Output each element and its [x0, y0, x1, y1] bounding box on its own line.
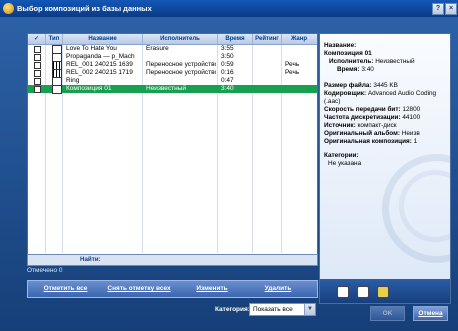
row-time: 0:59: [221, 61, 234, 68]
row-artist: Неизвестный: [146, 85, 187, 92]
row-time: 3:55: [221, 45, 234, 52]
action-buttons: Отметить все Снять отметку всех Изменить…: [27, 280, 318, 298]
size-value: 3445 KB: [373, 82, 398, 89]
artist-label: Исполнитель:: [329, 58, 374, 65]
row-genre: Речь: [285, 61, 300, 68]
chevron-down-icon[interactable]: ▼: [304, 304, 315, 315]
tracks-table: ✓ Тип Название Исполнитель Время Рейтинг…: [27, 33, 318, 255]
row-name: Композиция 01: [66, 85, 112, 92]
row-artist: Переносное устройство: [146, 69, 216, 76]
title-bar: Выбор композиций из базы данных ? ×: [0, 0, 458, 17]
delete-button[interactable]: Удалить: [253, 284, 303, 294]
row-checkbox[interactable]: [34, 54, 41, 61]
header-artist[interactable]: Исполнитель: [143, 34, 218, 44]
cancel-button[interactable]: Отмена: [413, 306, 448, 321]
row-genre: [285, 53, 315, 61]
row-name: Propaganda — p_Mach: [66, 53, 135, 60]
orig-track-value: 1: [413, 138, 418, 145]
category-value: Показать все: [253, 306, 293, 313]
close-button[interactable]: ×: [445, 3, 457, 15]
bitrate-label: Скорость передачи бит:: [324, 106, 401, 113]
select-all-button[interactable]: Отметить все: [38, 284, 93, 294]
marked-count: Отмечено 0: [27, 267, 63, 274]
orig-track-label: Оригинальная композиция:: [324, 138, 412, 145]
ok-button[interactable]: OK: [370, 306, 405, 321]
find-label: Найти:: [80, 256, 101, 263]
audio-file-icon: [52, 85, 62, 94]
row-artist: Переносное устройство: [146, 61, 216, 68]
table-row[interactable]: Ring 0:47: [28, 77, 317, 86]
row-genre: Речь: [285, 69, 300, 76]
categories-label: Категории:: [324, 152, 359, 159]
row-name: REL_002 240215 1719: [66, 69, 133, 76]
source-label: Источник:: [324, 122, 356, 129]
table-row[interactable]: REL_002 240215 1719 Переносное устройств…: [28, 69, 317, 78]
app-logo-icon: [3, 3, 14, 14]
row-artist: [146, 77, 216, 85]
row-genre: [285, 77, 315, 85]
orig-album-label: Оригинальный альбом:: [324, 130, 400, 137]
folder-icon[interactable]: [357, 286, 369, 298]
row-checkbox[interactable]: [34, 78, 41, 85]
row-genre: [285, 45, 315, 53]
row-checkbox[interactable]: [34, 46, 41, 53]
dialog-window: Выбор композиций из базы данных ? × ✓ Ти…: [0, 0, 458, 331]
details-panel: Название: Композиция 01 Исполнитель: Неи…: [319, 33, 451, 304]
row-checkbox[interactable]: [34, 70, 41, 77]
bitrate-value: 12800: [402, 106, 421, 113]
name-value: Композиция 01: [324, 50, 372, 57]
header-genre[interactable]: Жанр: [282, 34, 316, 44]
row-artist: Erasure: [146, 45, 169, 52]
row-time: 3:40: [221, 85, 234, 92]
row-checkbox[interactable]: [34, 62, 41, 69]
table-header: ✓ Тип Название Исполнитель Время Рейтинг…: [28, 34, 317, 45]
artist-value: Неизвестный: [375, 58, 415, 65]
orig-album-value: Неизв: [401, 130, 420, 137]
help-button[interactable]: ?: [432, 3, 444, 15]
sample-label: Частота дискретизации:: [324, 114, 401, 121]
row-time: 0:16: [221, 69, 234, 76]
row-artist: [146, 53, 216, 61]
track-details: Название: Композиция 01 Исполнитель: Неи…: [324, 42, 448, 168]
codec-label: Кодировщик:: [324, 90, 367, 97]
table-row[interactable]: Love To Hate You Erasure 3:55: [28, 45, 317, 54]
sample-value: 44100: [402, 114, 421, 121]
row-name: Love To Hate You: [66, 45, 117, 52]
source-value: компакт-диск: [357, 122, 397, 129]
details-toolbar: [320, 279, 450, 303]
properties-icon[interactable]: [337, 286, 349, 298]
table-row[interactable]: Propaganda — p_Mach 3:50: [28, 53, 317, 62]
header-name[interactable]: Название: [63, 34, 143, 44]
size-label: Размер файла:: [324, 82, 372, 89]
category-select[interactable]: Показать все ▼: [249, 303, 316, 316]
table-body: Love To Hate You Erasure 3:55 Propaganda…: [28, 45, 317, 253]
category-label: Категория:: [215, 306, 250, 313]
header-type[interactable]: Тип: [46, 34, 63, 44]
row-checkbox[interactable]: [34, 86, 41, 93]
window-title: Выбор композиций из базы данных: [17, 4, 152, 13]
row-time: 0:47: [221, 77, 234, 84]
header-time[interactable]: Время: [218, 34, 253, 44]
header-rating[interactable]: Рейтинг: [253, 34, 282, 44]
row-genre: [285, 85, 315, 93]
row-time: 3:50: [221, 53, 234, 60]
row-name: REL_001 240215 1639: [66, 61, 133, 68]
table-row[interactable]: REL_001 240215 1639 Переносное устройств…: [28, 61, 317, 70]
time-value: 3:40: [361, 66, 374, 73]
table-row-selected[interactable]: Композиция 01 Неизвестный 3:40: [28, 85, 317, 94]
row-name: Ring: [66, 77, 80, 84]
edit-icon[interactable]: [377, 286, 389, 298]
edit-button[interactable]: Изменить: [186, 284, 238, 294]
time-label: Время:: [337, 66, 360, 73]
clear-all-button[interactable]: Снять отметку всех: [98, 284, 180, 294]
header-check[interactable]: ✓: [28, 34, 46, 44]
name-label: Название:: [324, 42, 357, 49]
categories-value: Не указана: [328, 160, 362, 167]
